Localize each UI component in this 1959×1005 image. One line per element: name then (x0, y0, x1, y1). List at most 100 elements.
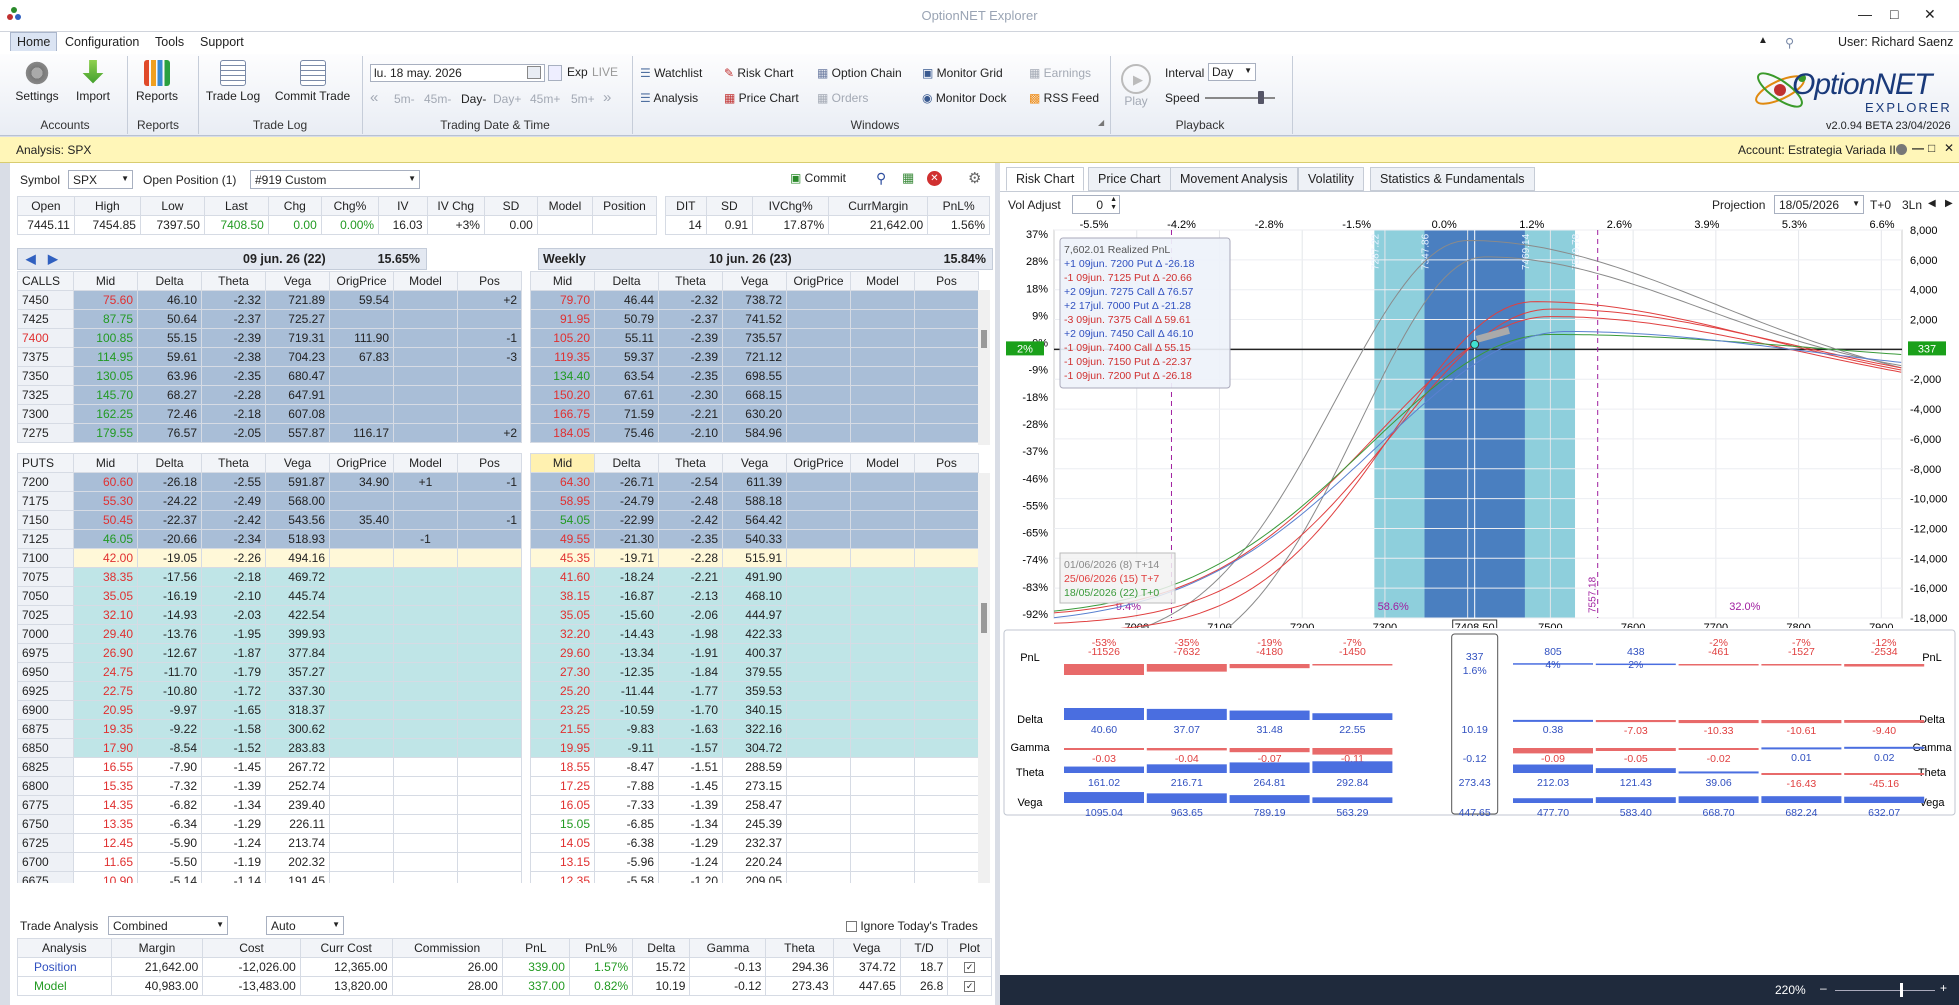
zoom-slider-handle[interactable] (1900, 983, 1903, 997)
puts-row[interactable]: 6725 12.45 -5.90 -1.24 213.74 14.05 -6.38 -1.29… (17, 833, 979, 853)
option-cell[interactable]: 35.05 (530, 605, 595, 625)
option-cell[interactable] (786, 290, 851, 310)
strike-cell[interactable]: 7050 (17, 586, 74, 606)
column-header[interactable]: Delta (137, 271, 202, 291)
puts-row[interactable]: 6950 24.75 -11.70 -1.79 357.27 27.30 -12.35 -1.… (17, 662, 979, 682)
option-cell[interactable]: -1.70 (658, 700, 723, 720)
option-cell[interactable]: -16.19 (137, 586, 202, 606)
column-header[interactable]: Theta (658, 453, 723, 473)
option-cell[interactable]: -1.95 (201, 624, 266, 644)
option-cell[interactable] (914, 510, 979, 530)
option-cell[interactable]: -2.35 (658, 529, 723, 549)
option-cell[interactable]: -2.30 (658, 385, 723, 405)
option-cell[interactable]: 46.05 (73, 529, 138, 549)
option-cell[interactable] (457, 624, 522, 644)
commit-button[interactable]: ▣ Commit (790, 171, 846, 185)
option-cell[interactable]: 111.90 (329, 328, 394, 348)
option-cell[interactable] (457, 643, 522, 663)
strike-cell[interactable]: 7200 (17, 472, 74, 492)
option-cell[interactable]: 252.74 (265, 776, 330, 796)
option-cell[interactable]: 55.11 (594, 328, 659, 348)
option-cell[interactable] (457, 738, 522, 758)
option-cell[interactable]: 17.25 (530, 776, 595, 796)
option-cell[interactable]: -2.55 (201, 472, 266, 492)
option-cell[interactable]: 13.15 (530, 852, 595, 872)
option-cell[interactable]: 422.33 (722, 624, 787, 644)
option-cell[interactable]: -2.35 (201, 366, 266, 386)
option-cell[interactable]: 557.87 (265, 423, 330, 443)
option-cell[interactable] (457, 309, 522, 329)
option-cell[interactable]: 540.33 (722, 529, 787, 549)
risk-tab-1[interactable]: Price Chart (1088, 167, 1171, 191)
option-cell[interactable]: -26.71 (594, 472, 659, 492)
option-cell[interactable] (329, 795, 394, 815)
strike-cell[interactable]: 7375 (17, 347, 74, 367)
column-header[interactable]: Model (393, 453, 458, 473)
option-cell[interactable]: -19.05 (137, 548, 202, 568)
option-cell[interactable] (850, 309, 915, 329)
option-cell[interactable] (914, 472, 979, 492)
option-cell[interactable]: 76.57 (137, 423, 202, 443)
option-cell[interactable] (393, 548, 458, 568)
option-cell[interactable]: 114.95 (73, 347, 138, 367)
option-cell[interactable] (329, 814, 394, 834)
option-cell[interactable] (850, 404, 915, 424)
option-cell[interactable]: -1.84 (658, 662, 723, 682)
option-cell[interactable]: 491.90 (722, 567, 787, 587)
option-cell[interactable]: 59.61 (137, 347, 202, 367)
option-cell[interactable] (914, 757, 979, 777)
option-cell[interactable]: 41.60 (530, 567, 595, 587)
option-cell[interactable] (329, 757, 394, 777)
option-chain-button[interactable]: ▦ Option Chain (817, 66, 902, 80)
option-cell[interactable] (393, 738, 458, 758)
column-header[interactable]: Mid (73, 271, 138, 291)
option-cell[interactable] (914, 290, 979, 310)
option-cell[interactable] (457, 871, 522, 883)
option-cell[interactable]: -2.35 (658, 366, 723, 386)
fast-forward-icon[interactable]: » (603, 89, 611, 106)
help-icon[interactable]: ⚲ (1785, 35, 1794, 50)
strike-cell[interactable]: 7425 (17, 309, 74, 329)
option-cell[interactable]: -1 (457, 328, 522, 348)
option-cell[interactable]: 27.30 (530, 662, 595, 682)
option-cell[interactable]: 468.10 (722, 586, 787, 606)
option-cell[interactable] (786, 681, 851, 701)
tab-tools[interactable]: Tools (155, 35, 184, 49)
option-cell[interactable] (850, 795, 915, 815)
option-cell[interactable] (329, 567, 394, 587)
strike-cell[interactable]: 6775 (17, 795, 74, 815)
plot-checkbox[interactable]: ✓ (947, 976, 992, 996)
option-cell[interactable]: -2.34 (201, 529, 266, 549)
option-cell[interactable]: 22.75 (73, 681, 138, 701)
option-cell[interactable]: -5.96 (594, 852, 659, 872)
date-picker[interactable]: lu. 18 may. 2026 (370, 64, 545, 82)
risk-tab-2[interactable]: Movement Analysis (1170, 167, 1298, 191)
puts-row[interactable]: 7025 32.10 -14.93 -2.03 422.54 35.05 -15.60 -2.… (17, 605, 979, 625)
option-cell[interactable]: -2.48 (658, 491, 723, 511)
option-cell[interactable]: 543.56 (265, 510, 330, 530)
option-cell[interactable] (786, 624, 851, 644)
option-cell[interactable]: -9.97 (137, 700, 202, 720)
option-cell[interactable] (786, 491, 851, 511)
option-cell[interactable] (329, 529, 394, 549)
option-cell[interactable]: 630.20 (722, 404, 787, 424)
tab-configuration[interactable]: Configuration (65, 35, 139, 49)
delete-icon[interactable]: ✕ (927, 171, 942, 186)
import-button[interactable]: Import (68, 60, 118, 103)
option-cell[interactable]: 322.16 (722, 719, 787, 739)
puts-row[interactable]: 7150 50.45 -22.37 -2.42 543.56 35.40 -1 54.05 -2… (17, 510, 979, 530)
option-cell[interactable] (393, 700, 458, 720)
analysis-button[interactable]: ☰ Analysis (640, 91, 698, 105)
option-cell[interactable] (786, 757, 851, 777)
option-cell[interactable]: -2.03 (201, 605, 266, 625)
ta-row[interactable]: Position 21,642.00 -12,026.00 12,365.00 26.0… (17, 957, 992, 977)
strike-cell[interactable]: 6675 (17, 871, 74, 883)
option-cell[interactable]: 444.97 (722, 605, 787, 625)
option-cell[interactable]: 377.84 (265, 643, 330, 663)
strike-cell[interactable]: 7350 (17, 366, 74, 386)
option-cell[interactable] (914, 662, 979, 682)
option-cell[interactable]: 588.18 (722, 491, 787, 511)
option-cell[interactable]: -1.98 (658, 624, 723, 644)
option-cell[interactable] (393, 347, 458, 367)
option-cell[interactable] (914, 719, 979, 739)
